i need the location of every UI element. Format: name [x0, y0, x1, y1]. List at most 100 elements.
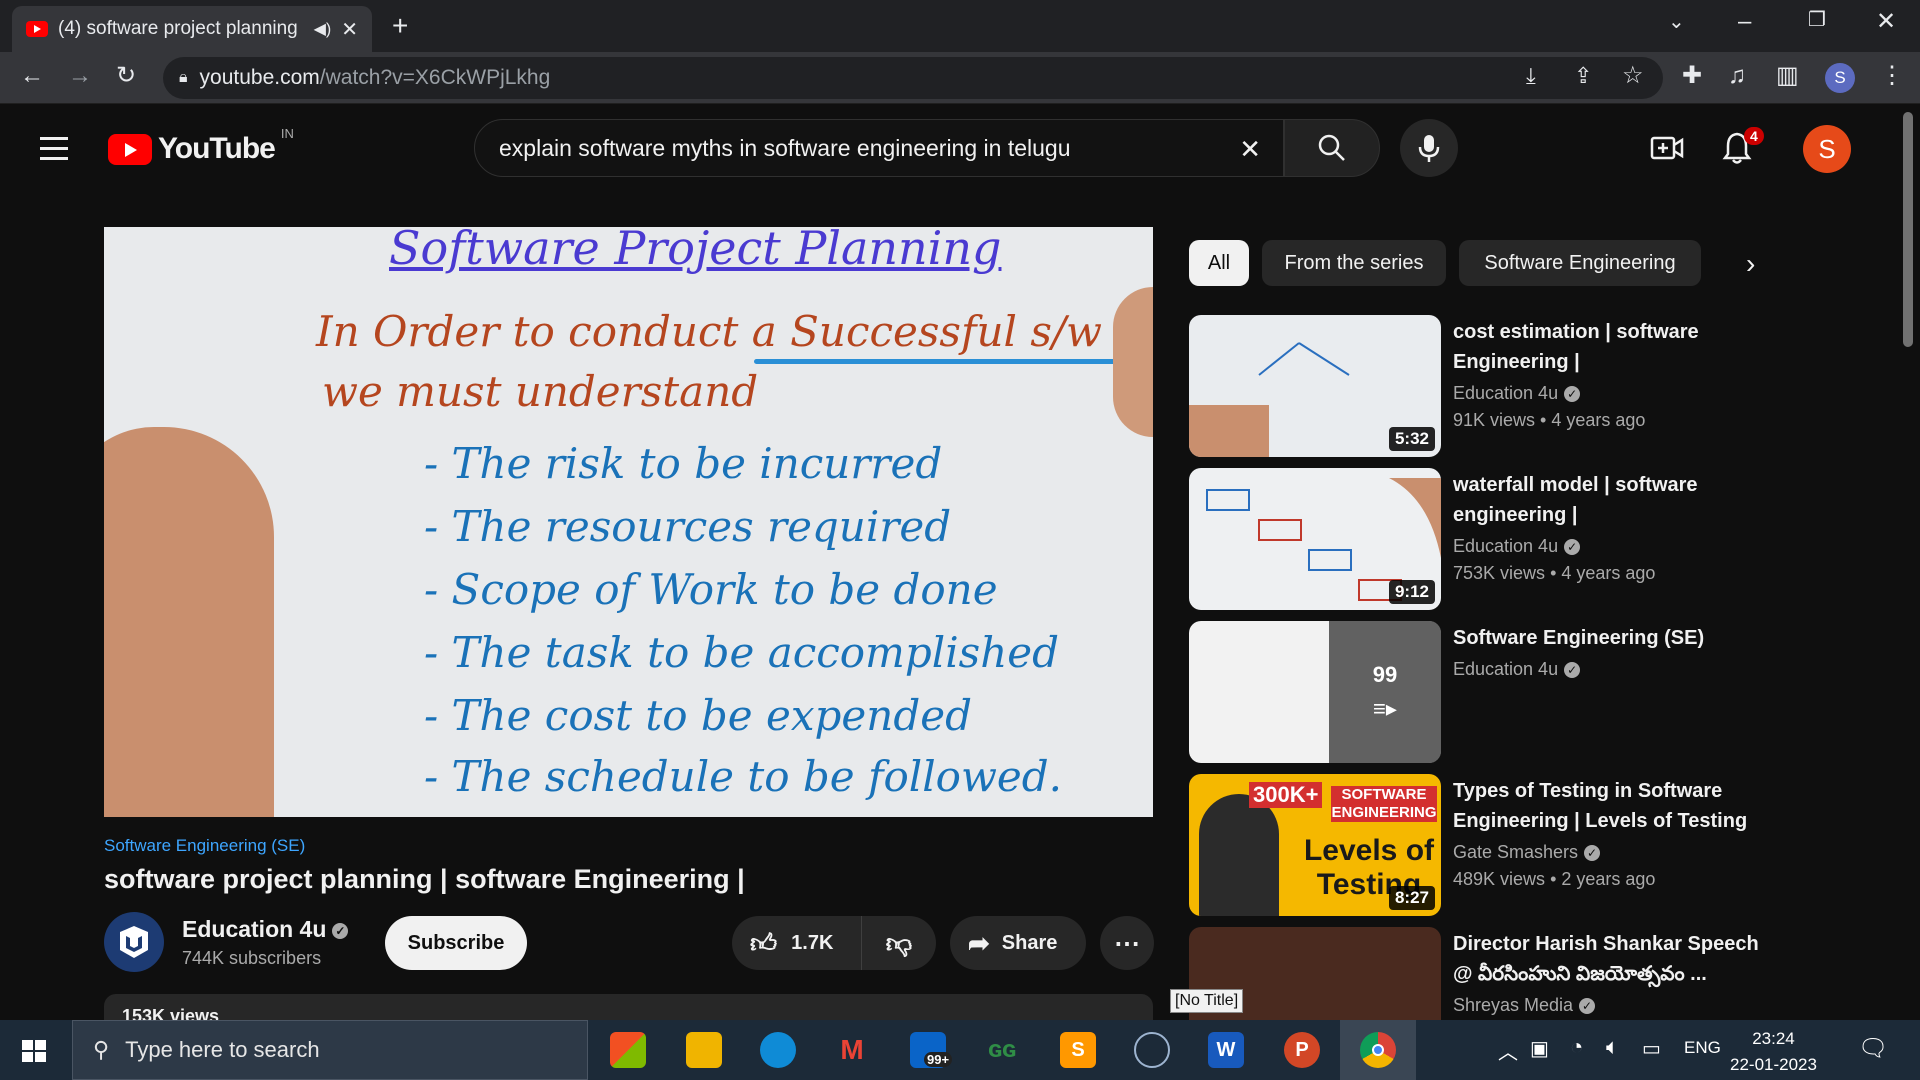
language-indicator[interactable]: ENG: [1684, 1038, 1721, 1058]
page-scrollbar[interactable]: [1903, 112, 1913, 347]
chrome-menu-icon[interactable]: ⋮: [1880, 64, 1904, 88]
recommendation-channel-text: Gate Smashers: [1453, 842, 1579, 862]
verified-icon: ✓: [1584, 845, 1601, 862]
side-panel-icon[interactable]: ▥: [1776, 64, 1799, 88]
youtube-logo-text: YouTube: [158, 132, 276, 165]
voice-search-button[interactable]: [1400, 119, 1458, 177]
view-count: 91K views: [1453, 410, 1536, 430]
dislike-button[interactable]: 👎︎: [862, 928, 936, 959]
media-control-icon[interactable]: ♫: [1728, 64, 1746, 88]
chip-all[interactable]: All: [1189, 240, 1249, 286]
video-player[interactable]: Software Project Planning In Order to co…: [104, 227, 1153, 817]
notification-badge: 4: [1744, 127, 1764, 145]
microsoft-store-icon[interactable]: [610, 1032, 646, 1068]
forward-icon[interactable]: →: [68, 64, 92, 88]
view-count: 489K views: [1453, 869, 1546, 889]
video-title: software project planning | software Eng…: [104, 864, 745, 894]
extensions-icon[interactable]: ✚: [1682, 64, 1702, 88]
tray-chevron-icon[interactable]: ︿: [1498, 1036, 1518, 1065]
address-bar[interactable]: 🔒︎ youtube.com/watch?v=X6CkWPjLkhg: [163, 57, 1663, 99]
recommendation-title: Software Engineering (SE): [1453, 627, 1705, 649]
clear-search-icon[interactable]: ✕: [1239, 134, 1261, 165]
video-thumbnail[interactable]: 300K+ SOFTWARE ENGINEERING Levels of Tes…: [1189, 774, 1441, 916]
gmail-icon[interactable]: M: [834, 1032, 870, 1068]
youtube-logo[interactable]: YouTube IN: [108, 126, 294, 166]
like-count: 1.7K: [791, 931, 834, 954]
restore-icon[interactable]: ❐: [1808, 10, 1826, 30]
tab-close-icon[interactable]: ✕: [341, 17, 358, 42]
speaker-icon[interactable]: ◀): [314, 19, 332, 39]
video-thumbnail[interactable]: 9:12: [1189, 468, 1441, 610]
series-link[interactable]: Software Engineering (SE): [104, 836, 305, 856]
whiteboard-line-1: In Order to conduct a Successful s/w pro…: [316, 307, 1153, 356]
video-thumbnail[interactable]: 5:32: [1189, 315, 1441, 457]
start-button[interactable]: [22, 1040, 46, 1062]
presenter-hand: [104, 427, 274, 817]
playlist-thumbnail[interactable]: 99 ≡▸: [1189, 621, 1441, 763]
notification-center-icon[interactable]: 🗨︎: [1858, 1034, 1888, 1063]
recommendation-item[interactable]: 300K+ SOFTWARE ENGINEERING Levels of Tes…: [1189, 774, 1889, 916]
recommendation-channel: Education 4u ✓: [1453, 659, 1581, 680]
window-close-icon[interactable]: ✕: [1876, 10, 1896, 34]
search-button[interactable]: [1284, 119, 1380, 177]
share-page-icon[interactable]: ⇪: [1574, 65, 1592, 87]
sublime-text-icon[interactable]: S: [1060, 1032, 1096, 1068]
geeksforgeeks-icon[interactable]: ɢɢ: [984, 1032, 1020, 1068]
more-actions-button[interactable]: ⋯: [1100, 916, 1154, 970]
create-video-icon[interactable]: [1650, 134, 1684, 162]
channel-name[interactable]: Education 4u ✓: [182, 916, 349, 943]
like-button[interactable]: 👍︎ 1.7K: [732, 916, 862, 970]
wifi-icon[interactable]: ◔: [1570, 1034, 1583, 1060]
whiteboard-underline: [754, 359, 1134, 364]
share-button[interactable]: ➦ Share: [950, 916, 1086, 970]
chip-from-the-series[interactable]: From the series: [1262, 240, 1446, 286]
recommendation-meta: 489K views • 2 years ago: [1453, 869, 1656, 889]
recommendation-title: waterfall model | software engineering |: [1453, 474, 1698, 526]
account-avatar[interactable]: S: [1803, 125, 1851, 173]
tab-search-chevron-icon[interactable]: ⌄: [1668, 12, 1685, 32]
mail-icon[interactable]: 99+: [910, 1032, 953, 1068]
search-input[interactable]: explain software myths in software engin…: [474, 119, 1284, 177]
channel-avatar[interactable]: [104, 912, 164, 972]
recommendation-item[interactable]: Director Harish Shankar Speech @ వీరసింహ…: [1189, 927, 1889, 1020]
chip-software-engineering[interactable]: Software Engineering: [1459, 240, 1701, 286]
file-explorer-icon[interactable]: [686, 1032, 722, 1068]
app-icon[interactable]: [1134, 1032, 1170, 1068]
battery-icon[interactable]: ▭: [1642, 1036, 1661, 1061]
recommendation-title: Types of Testing in Software Engineering…: [1453, 780, 1748, 832]
taskbar-search-box[interactable]: ⚲ Type here to search: [72, 1020, 588, 1080]
duration-badge: 5:32: [1388, 427, 1435, 451]
system-clock[interactable]: 23:24 22-01-2023: [1730, 1026, 1817, 1078]
playlist-item[interactable]: 99 ≡▸ Software Engineering (SE) Educatio…: [1189, 621, 1889, 763]
browser-tab[interactable]: (4) software project planning ◀) ✕: [12, 6, 372, 52]
recommendation-item[interactable]: 5:32 cost estimation | software Engineer…: [1189, 315, 1889, 457]
share-arrow-icon: ➦: [968, 927, 990, 958]
powerpoint-icon[interactable]: P: [1284, 1032, 1320, 1068]
subscribe-button[interactable]: Subscribe: [385, 916, 527, 970]
duration-badge: 8:27: [1388, 886, 1435, 910]
chips-next-chevron-icon[interactable]: ›: [1746, 248, 1755, 280]
meet-now-icon[interactable]: ▣: [1530, 1036, 1549, 1061]
new-tab-icon[interactable]: +: [392, 12, 408, 40]
lock-icon[interactable]: 🔒︎: [179, 69, 188, 87]
verified-icon: ✓: [1564, 539, 1581, 556]
share-label: Share: [1001, 931, 1058, 954]
install-icon[interactable]: ⤓: [1526, 65, 1536, 87]
notifications-button[interactable]: 4: [1722, 127, 1764, 167]
bookmark-star-icon[interactable]: ☆: [1622, 64, 1644, 88]
minimize-icon[interactable]: –: [1738, 10, 1751, 34]
reload-icon[interactable]: ↻: [116, 64, 136, 88]
chrome-taskbar-button[interactable]: [1340, 1020, 1416, 1080]
profile-avatar[interactable]: S: [1825, 63, 1855, 93]
back-icon[interactable]: ←: [20, 64, 44, 88]
recommendation-channel-text: Education 4u: [1453, 659, 1559, 679]
hamburger-menu-icon[interactable]: [40, 137, 68, 160]
word-icon[interactable]: W: [1208, 1032, 1244, 1068]
recommendation-meta: 753K views • 4 years ago: [1453, 563, 1656, 583]
recommendation-item[interactable]: 9:12 waterfall model | software engineer…: [1189, 468, 1889, 610]
youtube-favicon-icon: [26, 21, 48, 37]
presenter-hand: [1113, 287, 1153, 437]
volume-icon[interactable]: 🔈︎: [1606, 1034, 1619, 1060]
whiteboard-item: - The risk to be incurred: [424, 439, 943, 488]
edge-browser-icon[interactable]: [760, 1032, 796, 1068]
